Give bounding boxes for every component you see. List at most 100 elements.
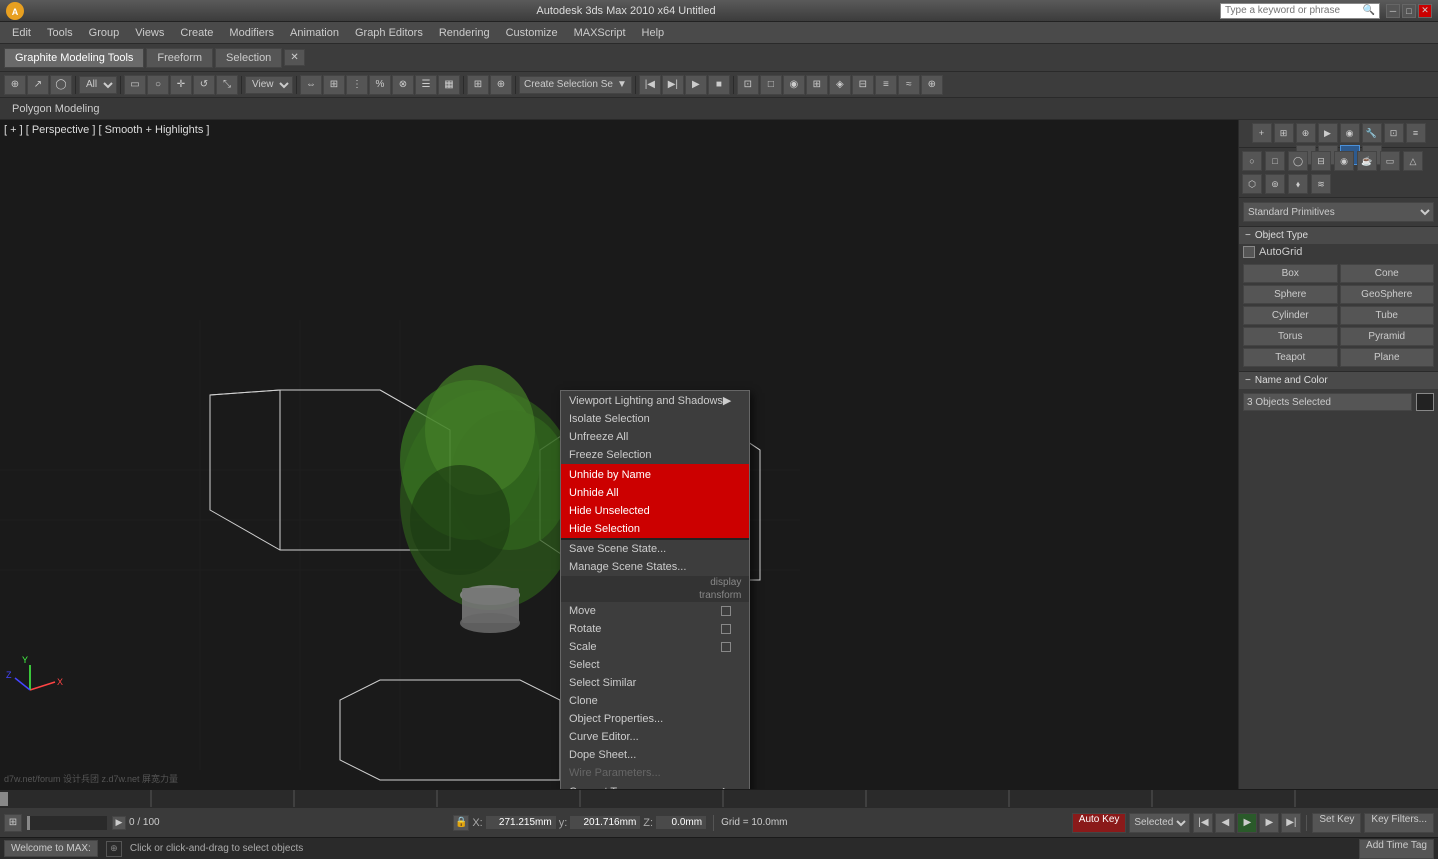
tool-snap-icon[interactable]: ⊕ <box>4 75 26 95</box>
search-box[interactable]: 🔍 <box>1220 3 1380 19</box>
cm-curve-editor[interactable]: Curve Editor... <box>561 728 749 746</box>
tool-camera-view[interactable]: ⊡ <box>737 75 759 95</box>
time-play[interactable]: ▶ <box>1237 813 1257 833</box>
tool-uvw[interactable]: ⊟ <box>852 75 874 95</box>
tool-extra3[interactable]: ⊕ <box>921 75 943 95</box>
tool-stop[interactable]: ■ <box>708 75 730 95</box>
rp-motion-icon[interactable]: ▶ <box>1318 123 1338 143</box>
time-end[interactable]: ▶| <box>1281 813 1301 833</box>
menu-modifiers[interactable]: Modifiers <box>221 25 282 41</box>
rp-shape-icon[interactable]: ○ <box>1242 151 1262 171</box>
create-selection-dropdown[interactable]: Create Selection Se ▼ <box>519 76 632 94</box>
filter-select[interactable]: All <box>79 76 117 94</box>
tool-percent[interactable]: % <box>369 75 391 95</box>
cm-unhide-by-name[interactable]: Unhide by Name <box>561 466 749 484</box>
timeline-track[interactable] <box>8 790 1438 807</box>
rp-extra2-icon[interactable]: ≡ <box>1406 123 1426 143</box>
time-start[interactable]: |◀ <box>1193 813 1213 833</box>
time-next[interactable]: ▶ <box>1259 813 1279 833</box>
minimize-button[interactable]: ─ <box>1386 4 1400 18</box>
frame-slider[interactable] <box>27 816 107 830</box>
tool-lasso-icon[interactable]: ◯ <box>50 75 72 95</box>
menu-tools[interactable]: Tools <box>39 25 81 41</box>
obj-btn-cylinder[interactable]: Cylinder <box>1243 306 1338 325</box>
cm-save-scene-state[interactable]: Save Scene State... <box>561 540 749 558</box>
menu-animation[interactable]: Animation <box>282 25 347 41</box>
menu-edit[interactable]: Edit <box>4 25 39 41</box>
rp-box-icon[interactable]: □ <box>1265 151 1285 171</box>
rp-extra1-icon[interactable]: ⊡ <box>1384 123 1404 143</box>
rp-tube-icon[interactable]: ⊚ <box>1265 174 1285 194</box>
cm-hide-selection[interactable]: Hide Selection <box>561 520 749 538</box>
tool-align[interactable]: ⊞ <box>323 75 345 95</box>
tab-graphite-modeling-tools[interactable]: Graphite Modeling Tools <box>4 48 144 68</box>
cm-manage-scene-states[interactable]: Manage Scene States... <box>561 558 749 576</box>
rp-cylinder-icon[interactable]: ⊟ <box>1311 151 1331 171</box>
cm-select-similar[interactable]: Select Similar <box>561 674 749 692</box>
search-input[interactable] <box>1225 5 1363 16</box>
cm-clone[interactable]: Clone <box>561 692 749 710</box>
menu-graph-editors[interactable]: Graph Editors <box>347 25 431 41</box>
name-collapse-icon[interactable]: − <box>1245 375 1251 386</box>
view-select[interactable]: View <box>245 76 293 94</box>
menu-views[interactable]: Views <box>127 25 172 41</box>
auto-key-btn[interactable]: Auto Key <box>1072 813 1127 833</box>
frame-next[interactable]: ▶ <box>112 816 126 830</box>
obj-btn-torus[interactable]: Torus <box>1243 327 1338 346</box>
tool-hierarchy[interactable]: ⋮ <box>346 75 368 95</box>
selected-select[interactable]: Selected <box>1129 813 1190 833</box>
tool-snap2[interactable]: ⊗ <box>392 75 414 95</box>
menu-create[interactable]: Create <box>172 25 221 41</box>
obj-btn-teapot[interactable]: Teapot <box>1243 348 1338 367</box>
menu-help[interactable]: Help <box>634 25 673 41</box>
rp-sphere-icon[interactable]: ◯ <box>1288 151 1308 171</box>
tool-rotate[interactable]: ↺ <box>193 75 215 95</box>
tool-rect-select[interactable]: ▭ <box>124 75 146 95</box>
menu-maxscript[interactable]: MAXScript <box>566 25 634 41</box>
timeline[interactable] <box>0 789 1438 807</box>
tool-select-icon[interactable]: ↗ <box>27 75 49 95</box>
cm-unhide-all[interactable]: Unhide All <box>561 484 749 502</box>
tool-next-key[interactable]: ▶| <box>662 75 684 95</box>
cm-convert-to[interactable]: Convert To: ▶ <box>561 782 749 789</box>
tool-extra2[interactable]: ≈ <box>898 75 920 95</box>
lock-icon[interactable]: 🔒 <box>453 815 469 831</box>
close-button[interactable]: ✕ <box>1418 4 1432 18</box>
tool-render3[interactable]: ⊞ <box>806 75 828 95</box>
cm-dope-sheet[interactable]: Dope Sheet... <box>561 746 749 764</box>
obj-btn-cone[interactable]: Cone <box>1340 264 1435 283</box>
tool-circle-select[interactable]: ○ <box>147 75 169 95</box>
obj-btn-sphere[interactable]: Sphere <box>1243 285 1338 304</box>
tab-selection[interactable]: Selection <box>215 48 282 68</box>
timeline-thumb[interactable] <box>0 792 8 806</box>
rp-modify-icon[interactable]: ⊞ <box>1274 123 1294 143</box>
obj-btn-box[interactable]: Box <box>1243 264 1338 283</box>
menu-rendering[interactable]: Rendering <box>431 25 498 41</box>
rp-create-icon[interactable]: + <box>1252 123 1272 143</box>
standard-primitives-select[interactable]: Standard PrimitivesExtended PrimitivesCo… <box>1243 202 1434 222</box>
add-time-tag-btn[interactable]: Add Time Tag <box>1359 839 1434 859</box>
tool-named-sel[interactable]: ▦ <box>438 75 460 95</box>
obj-btn-pyramid[interactable]: Pyramid <box>1340 327 1435 346</box>
rp-plane-icon[interactable]: ▭ <box>1380 151 1400 171</box>
cm-move[interactable]: Move <box>561 602 749 620</box>
collapse-icon[interactable]: − <box>1245 230 1251 241</box>
object-name-input[interactable] <box>1243 393 1412 411</box>
maximize-button[interactable]: □ <box>1402 4 1416 18</box>
tool-prev-key[interactable]: |◀ <box>639 75 661 95</box>
cm-hide-unselected[interactable]: Hide Unselected <box>561 502 749 520</box>
tool-ruler[interactable]: ⊞ <box>467 75 489 95</box>
tool-extra1[interactable]: ≡ <box>875 75 897 95</box>
tool-mirror[interactable]: ⇔ <box>300 75 322 95</box>
cm-unfreeze-all[interactable]: Unfreeze All <box>561 428 749 446</box>
autogrid-checkbox[interactable] <box>1243 246 1255 258</box>
rp-geosphere-icon[interactable]: ⬡ <box>1242 174 1262 194</box>
menu-group[interactable]: Group <box>81 25 128 41</box>
tool-render[interactable]: □ <box>760 75 782 95</box>
rp-extra-icon[interactable]: ≋ <box>1311 174 1331 194</box>
cm-scale[interactable]: Scale <box>561 638 749 656</box>
menu-customize[interactable]: Customize <box>498 25 566 41</box>
time-prev[interactable]: ◀ <box>1215 813 1235 833</box>
cm-freeze-selection[interactable]: Freeze Selection <box>561 446 749 464</box>
key-filters-btn[interactable]: Key Filters... <box>1364 813 1434 833</box>
